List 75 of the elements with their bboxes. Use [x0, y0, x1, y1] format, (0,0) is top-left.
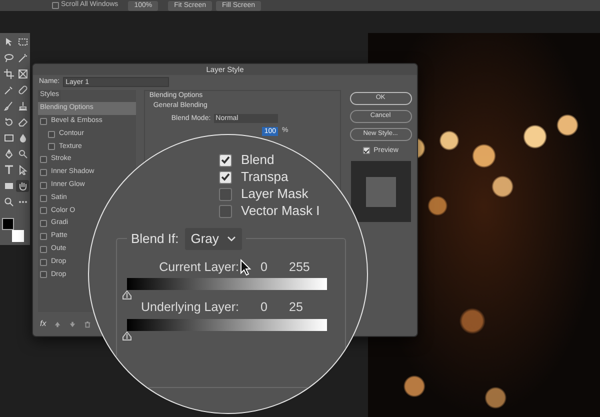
checkbox[interactable] [219, 204, 232, 218]
slider-thumb[interactable] [122, 331, 132, 341]
checkbox[interactable] [40, 168, 47, 176]
zoom-icon [4, 197, 14, 207]
range-min-value: 0 [260, 258, 268, 276]
checkbox[interactable] [362, 147, 370, 154]
lasso-icon [4, 53, 14, 63]
wand-icon [18, 53, 28, 63]
tool-button[interactable] [2, 132, 15, 144]
tool-button[interactable] [2, 196, 15, 208]
checkbox[interactable] [40, 207, 47, 214]
checkbox[interactable] [40, 194, 47, 202]
checkbox[interactable] [40, 182, 47, 189]
tool-button[interactable] [16, 180, 29, 192]
tool-button[interactable] [2, 164, 15, 176]
checkbox[interactable] [40, 258, 47, 266]
pen-icon [4, 149, 14, 159]
blend-if-dropdown[interactable]: Gray [184, 228, 242, 250]
checkbox-label: Transpa [241, 170, 288, 184]
eyedropper-icon [4, 85, 14, 95]
chevron-down-icon [226, 236, 236, 242]
blend-if-label: Blend If: [131, 230, 179, 248]
slider-label: Underlying Layer: [141, 299, 239, 316]
checkbox-label: Vector Mask I [241, 204, 320, 218]
tool-button[interactable] [2, 84, 15, 96]
dashed-rectangle-icon [18, 37, 28, 47]
slider-label: Current Layer: [159, 258, 239, 276]
checkbox[interactable] [48, 130, 55, 138]
hand-icon [18, 181, 28, 191]
range-max-value: 255 [289, 258, 310, 276]
tool-button[interactable] [2, 68, 15, 80]
checkbox[interactable] [52, 2, 59, 9]
up-arrow-icon[interactable] [54, 320, 62, 328]
tool-button[interactable] [16, 84, 29, 96]
pointer-icon [18, 165, 28, 175]
text-icon [4, 165, 14, 175]
fx-label[interactable]: fx [40, 318, 46, 330]
checkbox[interactable] [48, 143, 55, 150]
trash-icon[interactable] [84, 320, 92, 328]
brush-icon [4, 101, 14, 111]
checkbox[interactable] [219, 188, 232, 200]
checkbox[interactable] [40, 220, 47, 228]
tool-button[interactable] [16, 116, 29, 128]
checkbox[interactable] [40, 271, 47, 278]
checkbox[interactable] [219, 154, 232, 166]
foreground-color-swatch[interactable] [2, 218, 14, 230]
checkbox[interactable] [40, 232, 47, 240]
tool-button[interactable] [16, 100, 29, 112]
tool-button[interactable] [16, 68, 29, 80]
range-max-value: 25 [289, 299, 303, 316]
tool-button[interactable] [2, 180, 15, 192]
tool-button[interactable] [16, 148, 29, 160]
checkbox[interactable] [219, 170, 232, 184]
frame-icon [18, 69, 28, 79]
down-arrow-icon[interactable] [69, 320, 76, 328]
tool-button[interactable] [2, 52, 15, 64]
checkbox-label: Blend [241, 153, 274, 167]
crop-icon [4, 69, 14, 79]
drop-icon [18, 133, 28, 143]
mouse-cursor-icon [240, 259, 252, 276]
checkbox-label: Layer Mask [241, 187, 308, 201]
checkbox[interactable] [40, 156, 47, 164]
slider-thumb[interactable] [122, 290, 132, 300]
tool-button[interactable] [2, 100, 15, 112]
range-min-value: 0 [260, 299, 268, 316]
background-color-swatch[interactable] [12, 230, 24, 242]
bandage-icon [18, 85, 28, 95]
checkbox[interactable] [40, 118, 47, 125]
tool-button[interactable] [16, 36, 29, 48]
stamp-icon [18, 101, 28, 111]
tool-button[interactable] [16, 52, 29, 64]
eraser-icon [18, 117, 28, 127]
move-icon [4, 37, 14, 47]
rectangle-icon [4, 181, 14, 191]
checkbox[interactable] [40, 246, 47, 253]
